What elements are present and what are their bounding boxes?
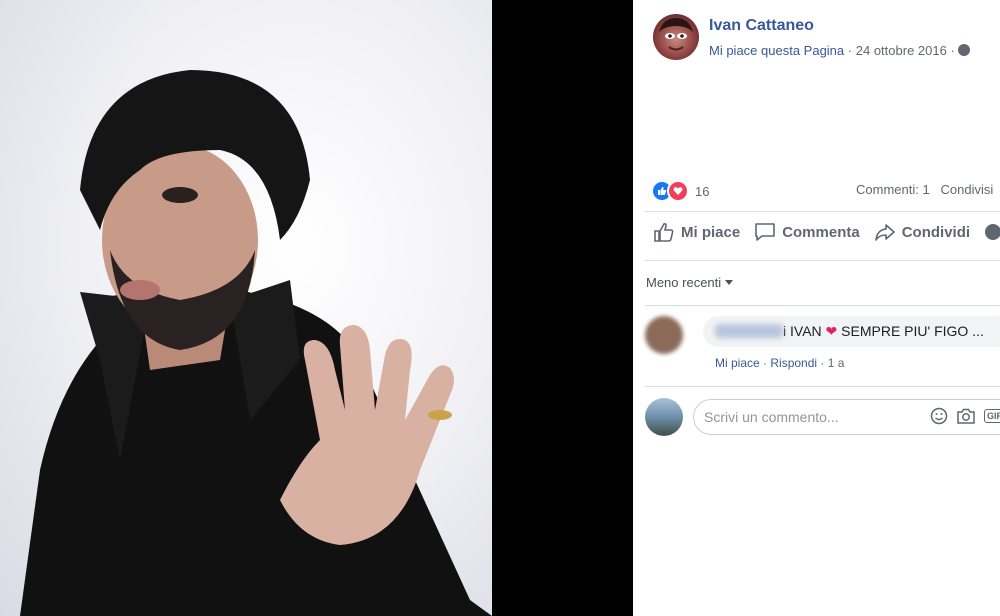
comment-time[interactable]: 1 a (828, 356, 845, 370)
post-panel: Ivan Cattaneo Mi piace questa Pagina · 2… (633, 0, 1000, 616)
current-user-avatar (645, 398, 683, 436)
comment-text-end: SEMPRE PIU' FIGO ... (841, 323, 984, 339)
portrait-illustration (20, 70, 492, 616)
divider (645, 386, 1000, 387)
sort-label: Meno recenti (646, 275, 722, 290)
post-date[interactable]: 24 ottobre 2016 (856, 43, 947, 58)
composer-icons: GIF (930, 407, 1000, 425)
share-icon (874, 224, 895, 241)
comment-reply-link[interactable]: Rispondi (770, 356, 817, 370)
post-actions: Mi piace Commenta Condividi (653, 222, 1000, 242)
like-page-link[interactable]: Mi piace questa Pagina (709, 43, 844, 58)
commenter-name-blurred[interactable] (715, 324, 783, 338)
emoji-icon[interactable] (930, 407, 948, 425)
comment-bubble: i IVAN ❤ SEMPRE PIU' FIGO ... (703, 316, 1000, 347)
author-avatar[interactable] (653, 14, 699, 60)
reactions-summary[interactable]: 16 (651, 180, 709, 202)
heart-emoji-icon: ❤ (825, 323, 838, 339)
love-icon (667, 180, 689, 202)
comments-sort-dropdown[interactable]: Meno recenti (646, 275, 734, 290)
camera-icon[interactable] (956, 407, 976, 425)
divider (645, 305, 1000, 306)
shares-count-link[interactable]: Condivisi (941, 182, 994, 197)
commenter-avatar[interactable] (645, 316, 683, 354)
comment-icon (755, 223, 775, 241)
audience-icon (985, 224, 1000, 240)
comment-actions: Mi piace · Rispondi · 1 a (715, 356, 845, 370)
post-photo[interactable] (0, 0, 492, 616)
comment-button[interactable]: Commenta (754, 222, 860, 242)
thumbs-up-icon (654, 222, 674, 242)
like-button-label: Mi piace (681, 223, 741, 241)
divider (645, 260, 1000, 261)
meta-separator: · (847, 43, 853, 58)
comment-text-start: i IVAN (783, 323, 822, 339)
caret-down-icon (725, 280, 734, 285)
comment-button-label: Commenta (782, 223, 860, 241)
author-name[interactable]: Ivan Cattaneo (709, 17, 814, 35)
comment-like-link[interactable]: Mi piace (715, 356, 760, 370)
post-stats: Commenti: 1 Condivisi (856, 182, 993, 197)
comment-input[interactable]: Scrivi un commento... GIF (693, 399, 1000, 435)
meta-separator: · (950, 43, 955, 58)
divider (645, 211, 1000, 212)
comment-input-placeholder: Scrivi un commento... (704, 409, 839, 425)
post-meta: Mi piace questa Pagina · 24 ottobre 2016… (709, 43, 971, 58)
share-button-label: Condividi (901, 223, 971, 241)
like-button[interactable]: Mi piace (653, 222, 740, 242)
audience-selector[interactable] (984, 223, 1000, 241)
reaction-count: 16 (695, 183, 710, 199)
globe-icon[interactable] (958, 44, 971, 56)
gif-button[interactable]: GIF (984, 409, 1000, 423)
share-button[interactable]: Condividi (874, 222, 970, 242)
comments-count-link[interactable]: Commenti: 1 (856, 182, 930, 197)
